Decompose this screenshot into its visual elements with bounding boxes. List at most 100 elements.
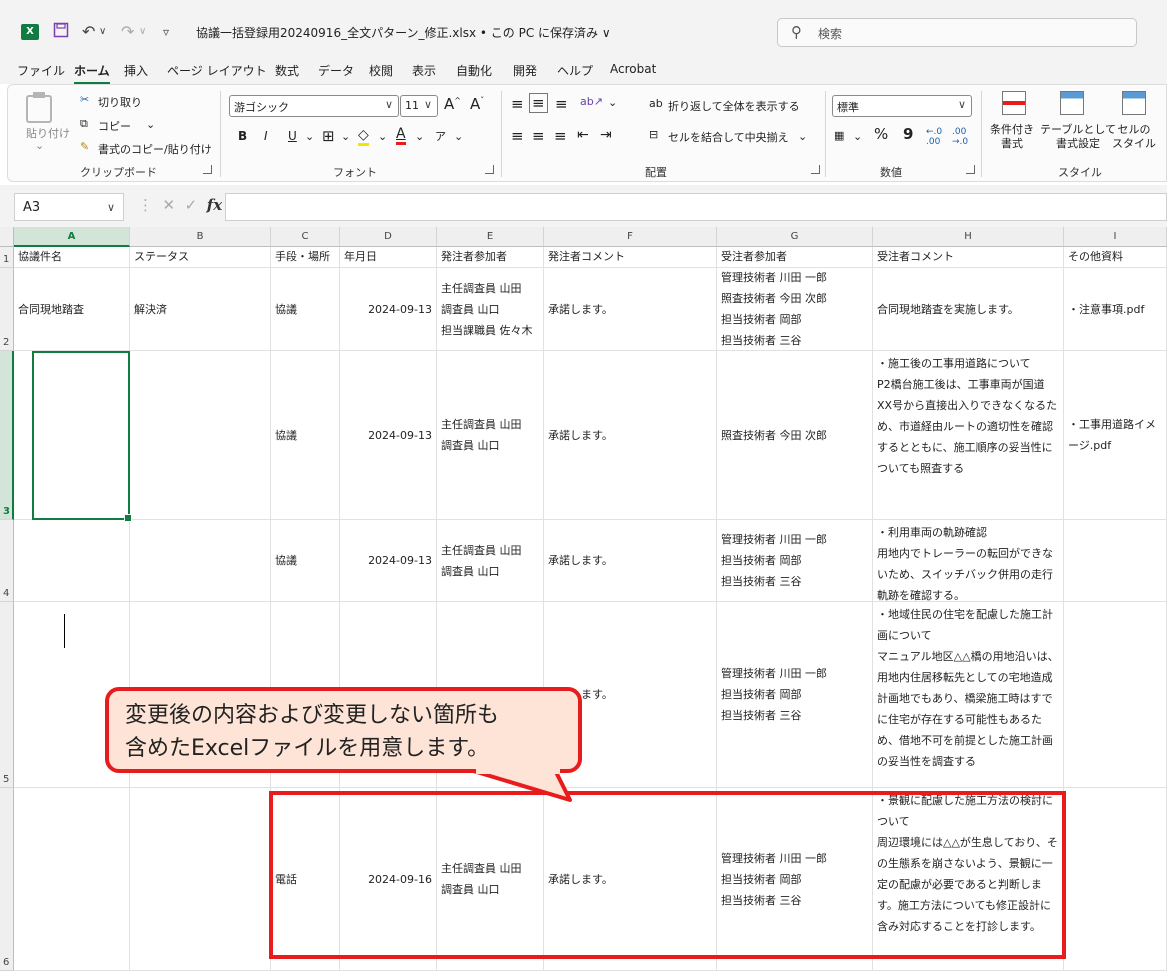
font-color-dropdown-icon[interactable]: ⌄	[415, 130, 424, 143]
increase-font-icon[interactable]: A^	[444, 95, 461, 113]
cell-a6[interactable]	[14, 788, 130, 971]
bold-button[interactable]: B	[238, 129, 247, 143]
font-launcher-icon[interactable]	[485, 165, 494, 174]
search-box[interactable]: ⚲ 検索	[777, 18, 1137, 47]
cell-c1[interactable]: 手段・場所	[271, 247, 340, 268]
phonetic-dropdown-icon[interactable]: ⌄	[454, 130, 463, 143]
document-title[interactable]: 協議一括登録用20240916_全文パターン_修正.xlsx • この PC に…	[196, 24, 611, 41]
cell-i4[interactable]	[1064, 520, 1167, 602]
cell-b1[interactable]: ステータス	[130, 247, 271, 268]
copy-dropdown-icon[interactable]: ⌄	[146, 118, 155, 131]
merge-center-button[interactable]: セルを結合して中央揃え	[668, 129, 789, 145]
row-header-2[interactable]: 2	[0, 268, 14, 351]
cell-d1[interactable]: 年月日	[340, 247, 437, 268]
decrease-decimal-icon[interactable]: .00 →.0	[952, 127, 968, 147]
row-header-5[interactable]: 5	[0, 602, 14, 788]
row-header-4[interactable]: 4	[0, 520, 14, 602]
orientation-icon[interactable]: ab↗	[580, 95, 603, 108]
customize-toolbar-icon[interactable]: ▿	[163, 22, 169, 42]
cell-g2[interactable]: 管理技術者 川田 一郎 照査技術者 今田 次郎 担当技術者 岡部 担当技術者 三…	[717, 268, 873, 351]
cell-d2[interactable]: 2024-09-13	[340, 268, 437, 351]
name-box[interactable]: A3 ∨	[14, 193, 124, 221]
number-format-select[interactable]: 標準 ∨	[832, 95, 972, 117]
cell-b4[interactable]	[130, 520, 271, 602]
align-middle-icon[interactable]: ≡	[529, 93, 548, 113]
cell-a1[interactable]: 協議件名	[14, 247, 130, 268]
redo-icon[interactable]: ↷	[121, 22, 134, 42]
tab-acrobat[interactable]: Acrobat	[610, 62, 656, 76]
options-icon[interactable]: ⋮	[138, 196, 153, 214]
format-painter-button[interactable]: 書式のコピー/貼り付け	[98, 141, 212, 157]
cell-h5[interactable]: ・地域住民の住宅を配慮した施工計画について マニュアル地区△△橋の用地沿いは、用…	[873, 602, 1064, 788]
font-color-icon[interactable]: A	[396, 126, 406, 145]
underline-button[interactable]: U	[288, 129, 297, 143]
tab-automate[interactable]: 自動化	[456, 62, 492, 79]
tab-developer[interactable]: 開発	[513, 62, 537, 79]
cell-i5[interactable]	[1064, 602, 1167, 788]
cell-f4[interactable]: 承諾します。	[544, 520, 717, 602]
font-name-select[interactable]: 游ゴシック ∨	[229, 95, 399, 117]
column-header-e[interactable]: E	[437, 227, 544, 247]
accounting-dropdown-icon[interactable]: ⌄	[853, 130, 862, 143]
cell-f2[interactable]: 承諾します。	[544, 268, 717, 351]
column-header-b[interactable]: B	[130, 227, 271, 247]
align-top-icon[interactable]: ≡	[511, 95, 524, 113]
phonetic-icon[interactable]: ア	[435, 128, 446, 144]
tab-page-layout[interactable]: ページ レイアウト	[167, 62, 267, 79]
tab-file[interactable]: ファイル	[17, 62, 65, 79]
percent-button[interactable]: %	[874, 125, 888, 143]
formula-input[interactable]	[225, 193, 1167, 221]
font-size-select[interactable]: 11 ∨	[400, 95, 438, 117]
row-header-6[interactable]: 6	[0, 788, 14, 971]
cell-f3[interactable]: 承諾します。	[544, 351, 717, 520]
column-header-a[interactable]: A	[14, 227, 130, 247]
cell-h4[interactable]: ・利用車両の軌跡確認 用地内でトレーラーの転回ができないため、スイッチバック併用…	[873, 520, 1064, 602]
cell-c4[interactable]: 協議	[271, 520, 340, 602]
undo-dropdown-icon[interactable]: ∨	[99, 22, 106, 42]
cell-i1[interactable]: その他資料	[1064, 247, 1167, 268]
active-cell-a3[interactable]	[32, 351, 132, 522]
cell-f1[interactable]: 発注者コメント	[544, 247, 717, 268]
cell-e2[interactable]: 主任調査員 山田 調査員 山口 担当課職員 佐々木	[437, 268, 544, 351]
cell-h3[interactable]: ・施工後の工事用道路について P2橋台施工後は、工事車両が国道XX号から直接出入…	[873, 351, 1064, 520]
borders-dropdown-icon[interactable]: ⌄	[341, 130, 350, 143]
format-as-table-button[interactable]: テーブルとして 書式設定	[1040, 123, 1116, 151]
increase-indent-icon[interactable]: ⇥	[600, 127, 612, 143]
cell-g1[interactable]: 受注者参加者	[717, 247, 873, 268]
column-header-f[interactable]: F	[544, 227, 717, 247]
paste-icon[interactable]	[26, 92, 52, 123]
cancel-icon[interactable]: ✕	[163, 196, 176, 214]
cut-button[interactable]: 切り取り	[98, 94, 142, 110]
cell-e1[interactable]: 発注者参加者	[437, 247, 544, 268]
cell-b3[interactable]	[130, 351, 271, 520]
align-bottom-icon[interactable]: ≡	[555, 95, 568, 113]
column-header-i[interactable]: I	[1064, 227, 1167, 247]
tab-formulas[interactable]: 数式	[275, 62, 299, 79]
conditional-format-button[interactable]: 条件付き 書式	[990, 123, 1034, 151]
enter-icon[interactable]: ✓	[185, 196, 198, 214]
column-header-c[interactable]: C	[271, 227, 340, 247]
column-header-h[interactable]: H	[873, 227, 1064, 247]
accounting-format-icon[interactable]: ▦	[834, 129, 844, 142]
align-center-icon[interactable]: ≡	[532, 127, 545, 145]
decrease-font-icon[interactable]: Aˇ	[470, 95, 484, 113]
tab-insert[interactable]: 挿入	[124, 62, 148, 79]
cell-b6[interactable]	[130, 788, 271, 971]
clipboard-launcher-icon[interactable]	[203, 165, 212, 174]
underline-dropdown-icon[interactable]: ⌄	[305, 130, 314, 143]
fill-color-icon[interactable]: ◇	[358, 127, 369, 146]
cell-g5[interactable]: 管理技術者 川田 一郎 担当技術者 岡部 担当技術者 三谷	[717, 602, 873, 788]
select-all-corner[interactable]	[0, 227, 14, 247]
copy-button[interactable]: コピー	[98, 118, 131, 134]
merge-dropdown-icon[interactable]: ⌄	[798, 130, 807, 143]
cell-h2[interactable]: 合同現地踏査を実施します。	[873, 268, 1064, 351]
column-header-g[interactable]: G	[717, 227, 873, 247]
redo-dropdown-icon[interactable]: ∨	[139, 22, 146, 42]
borders-icon[interactable]: ⊞	[322, 127, 335, 145]
cell-i6[interactable]	[1064, 788, 1167, 971]
paste-dropdown-icon[interactable]: ⌄	[35, 139, 44, 152]
fill-color-dropdown-icon[interactable]: ⌄	[378, 130, 387, 143]
row-header-3[interactable]: 3	[0, 351, 14, 520]
save-icon[interactable]	[53, 22, 69, 43]
cell-c3[interactable]: 協議	[271, 351, 340, 520]
